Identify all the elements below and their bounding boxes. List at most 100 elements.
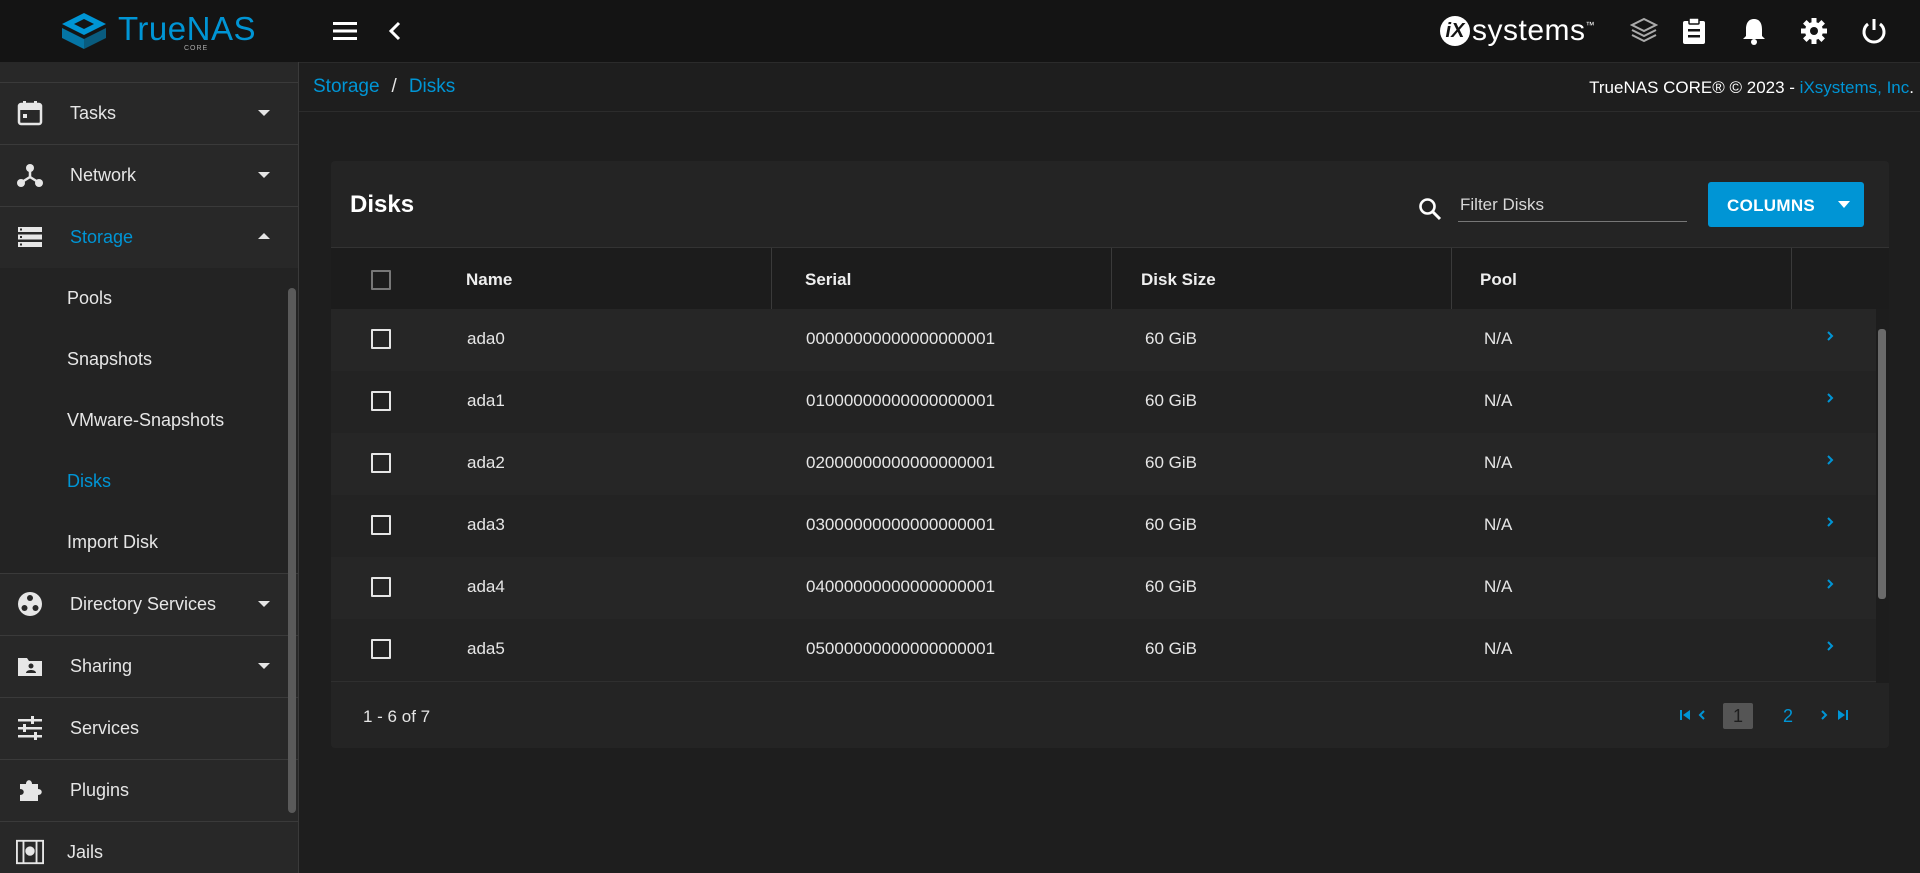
sidebar-subitem-label: Snapshots bbox=[67, 349, 153, 369]
header-cell-name[interactable]: Name bbox=[331, 248, 772, 310]
table-row[interactable]: ada2 02000000000000000001 60 GiB N/A bbox=[331, 433, 1876, 496]
sidebar-subitem-label: Disks bbox=[67, 471, 111, 491]
table-body: ada0 00000000000000000001 60 GiB N/A ada… bbox=[331, 309, 1876, 683]
disk-size: 60 GiB bbox=[1145, 391, 1197, 410]
sidebar-item-label: Plugins bbox=[70, 780, 130, 800]
first-page-icon[interactable] bbox=[1679, 709, 1693, 721]
ixsystems-logo-mark: iX bbox=[1440, 16, 1470, 46]
sidebar: Tasks Network Storage Pools Snapshots VM… bbox=[0, 62, 299, 873]
chevron-right-icon[interactable] bbox=[1825, 515, 1835, 529]
sidebar-item-storage[interactable]: Storage bbox=[0, 206, 298, 269]
calendar-icon bbox=[16, 99, 44, 127]
columns-button[interactable]: COLUMNS bbox=[1708, 182, 1864, 227]
breadcrumb-storage-link[interactable]: Storage bbox=[313, 76, 380, 97]
header-cell-serial[interactable]: Serial bbox=[771, 248, 1112, 310]
chevron-right-icon[interactable] bbox=[1825, 391, 1835, 405]
page-button-2[interactable]: 2 bbox=[1773, 703, 1803, 729]
chevron-down-icon bbox=[1838, 201, 1850, 208]
sidebar-subitem-import-disk[interactable]: Import Disk bbox=[0, 512, 298, 574]
header-cell-disk-size[interactable]: Disk Size bbox=[1111, 248, 1452, 310]
disk-serial: 04000000000000000001 bbox=[806, 577, 996, 596]
row-checkbox[interactable] bbox=[371, 453, 391, 473]
table-scrollbar-thumb[interactable] bbox=[1878, 329, 1886, 599]
gear-icon bbox=[1801, 18, 1827, 44]
breadcrumb-disks-link[interactable]: Disks bbox=[409, 76, 455, 97]
menu-icon bbox=[333, 22, 357, 40]
row-checkbox[interactable] bbox=[371, 639, 391, 659]
sidebar-item-services[interactable]: Services bbox=[0, 697, 298, 760]
alerts-button[interactable] bbox=[1738, 15, 1770, 47]
table-row[interactable]: ada4 04000000000000000001 60 GiB N/A bbox=[331, 557, 1876, 620]
sidebar-item-directory-services[interactable]: Directory Services bbox=[0, 573, 298, 636]
columns-button-label: COLUMNS bbox=[1727, 196, 1816, 215]
back-arrow-icon bbox=[388, 21, 401, 41]
task-manager-button[interactable] bbox=[1678, 15, 1710, 47]
disk-size: 60 GiB bbox=[1145, 329, 1197, 348]
power-button[interactable] bbox=[1858, 15, 1890, 47]
truecommand-button[interactable] bbox=[1628, 15, 1660, 47]
disk-name: ada1 bbox=[467, 391, 505, 410]
jail-icon bbox=[16, 838, 44, 866]
next-page-icon[interactable] bbox=[1819, 709, 1829, 721]
sidebar-subitem-vmware-snapshots[interactable]: VMware-Snapshots bbox=[0, 390, 298, 452]
filter-box bbox=[1418, 189, 1687, 225]
sidebar-item-label: Storage bbox=[70, 227, 134, 247]
sidebar-item-plugins[interactable]: Plugins bbox=[0, 759, 298, 822]
chevron-right-icon[interactable] bbox=[1825, 453, 1835, 467]
ixsystems-logo-tm: ™ bbox=[1585, 20, 1595, 30]
last-page-icon[interactable] bbox=[1835, 709, 1849, 721]
page-button-1[interactable]: 1 bbox=[1723, 703, 1753, 729]
table-row[interactable]: ada3 03000000000000000001 60 GiB N/A bbox=[331, 495, 1876, 558]
settings-button[interactable] bbox=[1798, 15, 1830, 47]
sidebar-subitem-pools[interactable]: Pools bbox=[0, 268, 298, 330]
collapse-sidebar-button[interactable] bbox=[379, 15, 411, 47]
disk-name: ada4 bbox=[467, 577, 505, 596]
row-checkbox[interactable] bbox=[371, 577, 391, 597]
breadcrumb-separator: / bbox=[391, 76, 397, 97]
sidebar-item-label: Sharing bbox=[70, 656, 133, 676]
disk-pool: N/A bbox=[1484, 639, 1513, 658]
table-row[interactable]: ada0 00000000000000000001 60 GiB N/A bbox=[331, 309, 1876, 372]
sidebar-item-label: Directory Services bbox=[70, 594, 217, 614]
truenas-logo[interactable]: TrueNAS CORE bbox=[60, 10, 255, 54]
previous-page-icon[interactable] bbox=[1697, 709, 1707, 721]
sidebar-item-network[interactable]: Network bbox=[0, 144, 298, 207]
disk-pool: N/A bbox=[1484, 391, 1513, 410]
logo-subtitle: CORE bbox=[184, 45, 209, 52]
sidebar-item-jails[interactable]: Jails bbox=[0, 821, 298, 873]
sidebar-item-partial bbox=[0, 62, 298, 83]
sidebar-item-tasks[interactable]: Tasks bbox=[0, 82, 298, 145]
ixsystems-link[interactable]: iXsystems, Inc bbox=[1800, 78, 1910, 97]
disk-serial: 05000000000000000001 bbox=[806, 639, 996, 658]
sidebar-scrollbar[interactable] bbox=[288, 288, 296, 813]
table-row[interactable]: ada1 01000000000000000001 60 GiB N/A bbox=[331, 371, 1876, 434]
row-checkbox[interactable] bbox=[371, 391, 391, 411]
header-cell-pool[interactable]: Pool bbox=[1451, 248, 1792, 310]
menu-toggle-button[interactable] bbox=[329, 15, 361, 47]
sidebar-subitem-disks[interactable]: Disks bbox=[0, 451, 298, 513]
truenas-logo-icon bbox=[62, 13, 106, 49]
ixsystems-logo[interactable]: iX systems ™ bbox=[1440, 14, 1595, 48]
sidebar-subitem-snapshots[interactable]: Snapshots bbox=[0, 329, 298, 391]
disk-name: ada0 bbox=[467, 329, 505, 348]
clipboard-icon bbox=[1683, 17, 1705, 44]
sliders-icon bbox=[16, 714, 44, 742]
pagination-range: 1 - 6 of 7 bbox=[363, 707, 431, 726]
copyright-suffix: . bbox=[1909, 78, 1914, 97]
row-checkbox[interactable] bbox=[371, 515, 391, 535]
chevron-right-icon[interactable] bbox=[1825, 577, 1835, 591]
filter-disks-input[interactable] bbox=[1458, 189, 1687, 222]
sidebar-item-label: Services bbox=[70, 718, 140, 738]
chevron-right-icon[interactable] bbox=[1825, 639, 1835, 653]
power-icon bbox=[1862, 19, 1886, 44]
table-scrollbar[interactable] bbox=[1876, 309, 1889, 683]
chevron-right-icon[interactable] bbox=[1825, 329, 1835, 343]
sidebar-item-sharing[interactable]: Sharing bbox=[0, 635, 298, 698]
puzzle-icon bbox=[16, 776, 44, 804]
select-all-checkbox[interactable] bbox=[371, 270, 391, 290]
disk-size: 60 GiB bbox=[1145, 577, 1197, 596]
chevron-down-icon bbox=[258, 663, 270, 669]
top-bar: TrueNAS CORE iX systems ™ bbox=[0, 0, 1920, 63]
row-checkbox[interactable] bbox=[371, 329, 391, 349]
table-row[interactable]: ada5 05000000000000000001 60 GiB N/A bbox=[331, 619, 1876, 682]
